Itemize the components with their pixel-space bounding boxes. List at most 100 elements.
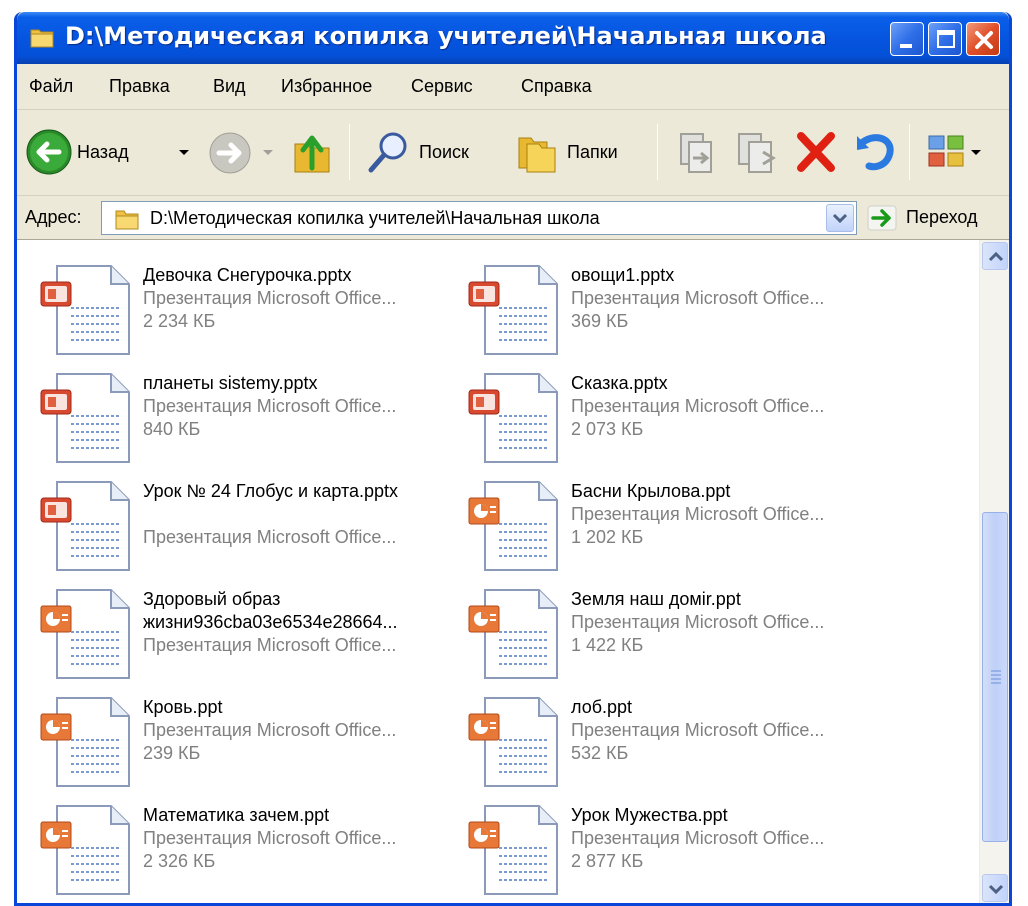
folders-icon bbox=[518, 137, 556, 173]
toolbar-separator bbox=[349, 124, 350, 180]
file-item[interactable]: Девочка Снегурочка.pptx Презентация Micro… bbox=[35, 260, 465, 358]
file-size: 1 202 КБ bbox=[571, 527, 644, 547]
file-type: Презентация Microsoft Office... bbox=[571, 288, 825, 308]
pptx-file-icon bbox=[35, 368, 135, 466]
minimize-icon bbox=[900, 44, 912, 48]
toolbar: Назад Поиск Папки bbox=[17, 110, 1009, 196]
forward-dropdown-icon[interactable] bbox=[261, 146, 275, 160]
forward-arrow-icon[interactable] bbox=[207, 130, 253, 176]
file-item[interactable]: лоб.ppt Презентация Microsoft Office... 53… bbox=[463, 692, 893, 790]
file-name: Басни Крылова.ppt bbox=[571, 481, 731, 501]
file-name: Урок Мужества.ppt bbox=[571, 805, 728, 825]
maximize-icon bbox=[937, 30, 955, 48]
toolbar-separator bbox=[909, 124, 910, 180]
file-item[interactable]: Математика зачем.ppt Презентация Microsof… bbox=[35, 800, 465, 898]
vertical-scrollbar[interactable] bbox=[979, 240, 1009, 903]
file-item[interactable]: Басни Крылова.ppt Презентация Microsoft O… bbox=[463, 476, 893, 574]
file-type: Презентация Microsoft Office... bbox=[143, 288, 397, 308]
file-size: 2 073 КБ bbox=[571, 419, 644, 439]
search-button[interactable]: Поиск bbox=[365, 128, 505, 178]
file-size: 239 КБ bbox=[143, 743, 201, 763]
file-name: планеты sistemy.pptx bbox=[143, 373, 318, 393]
file-type: Презентация Microsoft Office... bbox=[571, 720, 825, 740]
file-type: Презентация Microsoft Office... bbox=[143, 396, 397, 416]
file-name: Кровь.ppt bbox=[143, 697, 223, 717]
menu-favorites[interactable]: Избранное bbox=[281, 76, 372, 97]
menu-edit[interactable]: Правка bbox=[109, 76, 170, 97]
file-size: 2 326 КБ bbox=[143, 851, 216, 871]
close-button[interactable] bbox=[966, 22, 1000, 56]
title-bar[interactable]: D:\Методическая копилка учителей\Начальн… bbox=[17, 12, 1009, 64]
file-name: Сказка.pptx bbox=[571, 373, 668, 393]
minimize-button[interactable] bbox=[890, 22, 924, 56]
file-name: овощи1.pptx bbox=[571, 265, 675, 285]
file-type: Презентация Microsoft Office... bbox=[143, 828, 397, 848]
views-icon[interactable] bbox=[927, 132, 967, 172]
views-dropdown-icon[interactable] bbox=[969, 146, 983, 160]
scroll-down-button[interactable] bbox=[982, 874, 1008, 902]
folders-button[interactable]: Папки bbox=[513, 128, 653, 178]
undo-icon[interactable] bbox=[853, 128, 899, 176]
file-name: Урок № 24 Глобус и карта.pptx bbox=[143, 481, 399, 501]
go-arrow-icon[interactable] bbox=[867, 205, 897, 231]
file-type: Презентация Microsoft Office... bbox=[143, 635, 397, 655]
pptx-file-icon bbox=[35, 260, 135, 358]
delete-icon[interactable] bbox=[793, 128, 839, 176]
scroll-up-button[interactable] bbox=[982, 242, 1008, 270]
file-size: 2 234 КБ bbox=[143, 311, 216, 331]
address-input[interactable]: D:\Методическая копилка учителей\Начальн… bbox=[101, 201, 857, 235]
address-value: D:\Методическая копилка учителей\Начальн… bbox=[150, 208, 600, 228]
menu-help[interactable]: Справка bbox=[521, 76, 592, 97]
file-item[interactable]: Урок № 24 Глобус и карта.pptx Презентация… bbox=[35, 476, 465, 574]
file-type: Презентация Microsoft Office... bbox=[571, 828, 825, 848]
folders-label: Папки bbox=[567, 142, 618, 162]
pptx-file-icon bbox=[463, 260, 563, 358]
window-title: D:\Методическая копилка учителей\Начальн… bbox=[65, 22, 827, 50]
file-size: 2 877 КБ bbox=[571, 851, 644, 871]
up-folder-icon[interactable] bbox=[289, 128, 335, 176]
ppt-file-icon bbox=[35, 692, 135, 790]
search-icon bbox=[368, 132, 407, 173]
file-type: Презентация Microsoft Office... bbox=[571, 396, 825, 416]
file-item[interactable]: планеты sistemy.pptx Презентация Microsof… bbox=[35, 368, 465, 466]
file-item[interactable]: Урок Мужества.ppt Презентация Microsoft O… bbox=[463, 800, 893, 898]
menu-view[interactable]: Вид bbox=[213, 76, 246, 97]
file-type: Презентация Microsoft Office... bbox=[571, 504, 825, 524]
menu-file[interactable]: Файл bbox=[29, 76, 73, 97]
address-bar: Адрес: D:\Методическая копилка учителей\… bbox=[17, 196, 1009, 240]
close-icon bbox=[975, 31, 993, 49]
back-arrow-icon bbox=[26, 129, 72, 175]
scroll-thumb[interactable] bbox=[982, 512, 1008, 842]
file-name: Девочка Снегурочка.pptx bbox=[143, 265, 352, 285]
back-label: Назад bbox=[77, 142, 129, 162]
file-size: 840 КБ bbox=[143, 419, 201, 439]
explorer-window: D:\Методическая копилка учителей\Начальн… bbox=[14, 12, 1012, 906]
maximize-button[interactable] bbox=[928, 22, 962, 56]
copy-to-icon[interactable] bbox=[733, 128, 779, 176]
back-dropdown-icon[interactable] bbox=[177, 146, 191, 160]
folder-icon bbox=[30, 29, 54, 48]
file-item[interactable]: Кровь.ppt Презентация Microsoft Office...… bbox=[35, 692, 465, 790]
file-item[interactable]: Сказка.pptx Презентация Microsoft Office.… bbox=[463, 368, 893, 466]
menu-bar: Файл Правка Вид Избранное Сервис Справка bbox=[17, 64, 1009, 110]
file-name: Математика зачем.ppt bbox=[143, 805, 330, 825]
ppt-file-icon bbox=[463, 800, 563, 898]
search-label: Поиск bbox=[419, 142, 469, 162]
file-size: 369 КБ bbox=[571, 311, 629, 331]
file-item[interactable]: овощи1.pptx Презентация Microsoft Office.… bbox=[463, 260, 893, 358]
ppt-file-icon bbox=[35, 800, 135, 898]
folder-icon bbox=[115, 210, 139, 230]
file-name: Земля наш домir.ppt bbox=[571, 589, 741, 609]
back-button[interactable]: Назад bbox=[25, 128, 175, 178]
ppt-file-icon bbox=[463, 692, 563, 790]
menu-tools[interactable]: Сервис bbox=[411, 76, 473, 97]
file-item[interactable]: Здоровый образ жизни936cba03e6534e28664.… bbox=[35, 584, 465, 682]
go-button[interactable]: Переход bbox=[906, 207, 978, 228]
file-list: Девочка Снегурочка.pptx Презентация Micro… bbox=[17, 240, 1009, 903]
file-type: Презентация Microsoft Office... bbox=[571, 612, 825, 632]
address-dropdown-button[interactable] bbox=[826, 204, 854, 232]
move-to-icon[interactable] bbox=[673, 128, 719, 176]
chevron-down-icon bbox=[832, 213, 848, 224]
pptx-file-icon bbox=[463, 368, 563, 466]
file-item[interactable]: Земля наш домir.ppt Презентация Microsoft… bbox=[463, 584, 893, 682]
